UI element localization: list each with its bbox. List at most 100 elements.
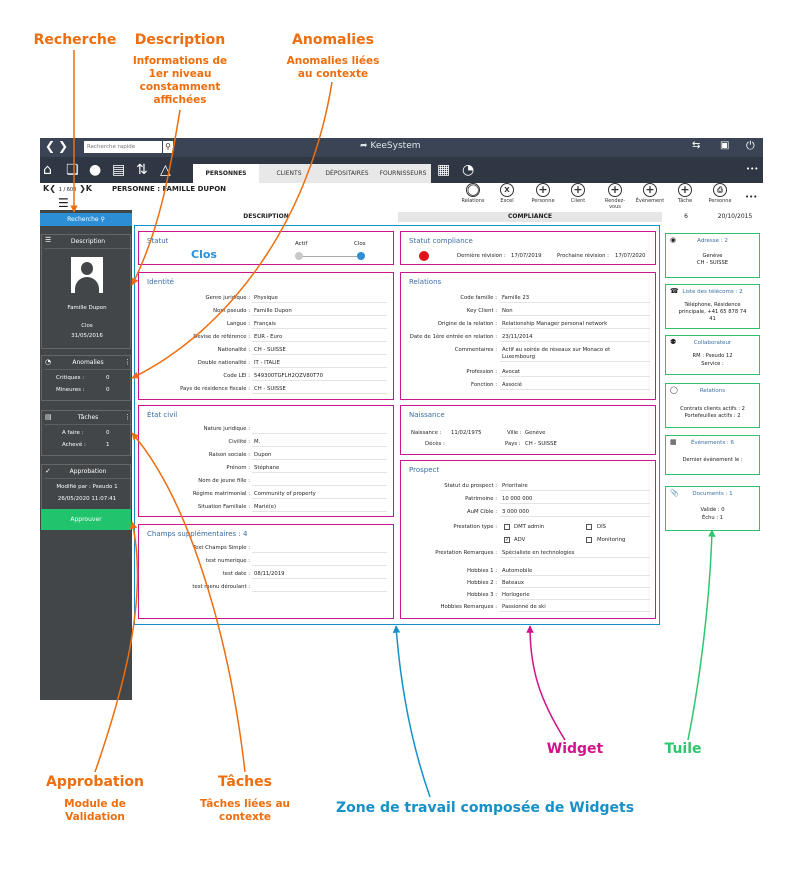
ville-label: Ville :	[507, 430, 522, 436]
field-underline	[252, 354, 387, 355]
widget-etat-civil: État civil Nature juridique : Civilité : M…	[138, 405, 394, 517]
tile-documents[interactable]: 📎 Documents : 1 Validé : 0 Échu : 1	[665, 486, 760, 531]
tab-fournisseurs[interactable]: FOURNISSEURS	[375, 164, 431, 183]
field-label: test menu déroulant :	[192, 584, 250, 590]
action-label: Personne	[708, 198, 732, 204]
field-value: Prioritaire	[502, 483, 528, 489]
field-value: Horlogerie	[502, 592, 530, 598]
checkbox-dis[interactable]	[586, 524, 592, 530]
action-add-client[interactable]: + Client	[563, 183, 593, 204]
field-underline	[252, 328, 387, 329]
annotation-line: contexte	[219, 811, 271, 823]
actions-more-button[interactable]: •••	[745, 193, 757, 201]
annotation-taches-title: Tâches	[218, 774, 272, 790]
plus-icon: +	[643, 183, 657, 197]
pays-label: Pays :	[505, 441, 521, 447]
field-underline	[500, 328, 650, 329]
annotation-line: au contexte	[297, 68, 369, 80]
kebab-menu-icon[interactable]: ⋮	[124, 413, 131, 421]
field-label: Situation Familiale :	[197, 504, 250, 510]
power-icon[interactable]: ⏻	[746, 139, 755, 153]
widget-naissance: Naissance Naissance : 11/02/1975 Ville :…	[400, 405, 656, 455]
home-icon[interactable]: ⌂	[43, 157, 52, 183]
tile-evenements[interactable]: ▦ Événements : 6 Dernier événement le :	[665, 435, 760, 475]
option-dis: DIS	[597, 524, 607, 530]
field-label: Hobbies Remarques :	[440, 604, 497, 610]
kebab-menu-icon[interactable]: ⋮	[124, 358, 131, 366]
tile-relations[interactable]: ◯ Relations Contrats clients actifs : 2 …	[665, 383, 760, 428]
relations-icon: ◯	[466, 183, 480, 197]
tile-collaborateur[interactable]: ⚉ Collaborateur RM : Pseudo 12 Service :	[665, 335, 760, 375]
forward-arrow-icon[interactable]: ❯	[58, 139, 68, 153]
action-label: Événement	[635, 198, 665, 204]
action-add-tache[interactable]: + Tâche	[670, 183, 700, 204]
tile-title: Événements : 6	[690, 440, 735, 446]
pays-value: CH - SUISSE	[525, 441, 557, 447]
globe-icon[interactable]: ●	[89, 157, 101, 183]
widget-prospect: Prospect Statut du prospect : Prioritaire…	[400, 460, 656, 619]
annotation-line: Module de	[64, 798, 126, 810]
sidebar-description-panel: ☰ Description Famille Dupon Clos 31/05/2…	[41, 234, 132, 349]
document-icon[interactable]: ▤	[112, 157, 125, 183]
menu-icon[interactable]: ☰	[58, 197, 69, 209]
action-excel[interactable]: X Excel	[492, 183, 522, 204]
field-label: Nom pseudo :	[213, 308, 250, 314]
calendar-icon[interactable]: ▦	[437, 157, 450, 183]
folder-icon[interactable]: ❏	[66, 157, 79, 183]
action-print-personne[interactable]: ⎙ Personne	[705, 183, 735, 204]
search-icon[interactable]: ⚲	[163, 141, 173, 153]
more-icon[interactable]: •••	[746, 165, 758, 173]
screen-icon[interactable]: ▣	[720, 140, 729, 151]
checkbox-adv[interactable]: ✓	[504, 537, 510, 543]
checkbox-monitoring[interactable]	[586, 537, 592, 543]
avatar	[71, 257, 103, 293]
statut-slider-track[interactable]	[300, 256, 360, 257]
action-add-personne[interactable]: + Personne	[528, 183, 558, 204]
taches-panel-title: Tâches	[44, 411, 132, 425]
field-value: Marié(e)	[254, 504, 277, 510]
gauge-icon[interactable]: ◔	[462, 157, 474, 183]
back-arrow-icon[interactable]: ❮	[45, 139, 55, 153]
annotation-tuile-title: Tuile	[664, 741, 702, 757]
action-relations[interactable]: ◯ Relations	[458, 183, 488, 204]
statut-slider-on[interactable]	[357, 252, 365, 260]
field-label: Genre juridique :	[205, 295, 250, 301]
prestation-remarques-value: Spécialiste en technologies	[502, 550, 575, 556]
deces-label: Décès :	[425, 441, 445, 447]
tile-telecoms[interactable]: ☎ Liste des télécoms : 2 Téléphone, Rési…	[665, 284, 760, 329]
approve-button[interactable]: Approuver	[41, 509, 131, 530]
chart-icon[interactable]: △	[160, 157, 171, 183]
avatar-head	[81, 262, 93, 275]
excel-icon: X	[500, 183, 514, 197]
section-tab-description[interactable]: DESCRIPTION	[134, 212, 398, 222]
transfer-icon[interactable]: ⇅	[136, 157, 148, 183]
tile-title: Documents : 1	[692, 491, 733, 497]
tab-depositaires[interactable]: DÉPOSITAIRES	[319, 164, 375, 183]
field-underline	[252, 459, 387, 460]
field-underline	[500, 599, 650, 600]
statut-slider-off[interactable]	[295, 252, 303, 260]
action-add-evenement[interactable]: + Événement	[635, 183, 665, 204]
field-label: Régime matrimonial :	[192, 491, 250, 497]
description-date: 31/05/2016	[71, 333, 103, 339]
checkbox-dmt-admin[interactable]	[504, 524, 510, 530]
field-value: 10 000 000	[502, 496, 533, 502]
field-label: Double nationalité :	[197, 360, 250, 366]
field-label: Profession :	[466, 369, 497, 375]
field-underline	[252, 393, 387, 394]
field-label: Date de 1ère entrée en relation :	[409, 334, 497, 340]
first-record-icon[interactable]: K❮	[43, 184, 56, 193]
field-label: AuM Cible :	[467, 509, 497, 515]
sidebar-taches-panel: ▤ Tâches ⋮ A faire : 0 Achevé : 1	[41, 410, 132, 456]
tab-personnes[interactable]: PERSONNES	[193, 164, 259, 183]
widget-identite: Identité Genre juridique : Physique Nom ps…	[138, 272, 394, 400]
print-icon: ⎙	[713, 183, 727, 197]
section-tab-compliance[interactable]: COMPLIANCE	[398, 212, 662, 222]
sync-icon[interactable]: ⇆	[692, 140, 700, 151]
quick-search-input[interactable]	[84, 141, 162, 153]
action-add-rendez-vous[interactable]: + Rendez-vous	[600, 183, 630, 210]
tab-clients[interactable]: CLIENTS	[259, 164, 319, 183]
last-record-icon[interactable]: ❯K	[79, 184, 92, 193]
tile-adresse[interactable]: ◉ Adresse : 2 Genève CH - SUISSE	[665, 233, 760, 278]
sidebar-search-button[interactable]: Recherche ⚲	[40, 213, 132, 226]
